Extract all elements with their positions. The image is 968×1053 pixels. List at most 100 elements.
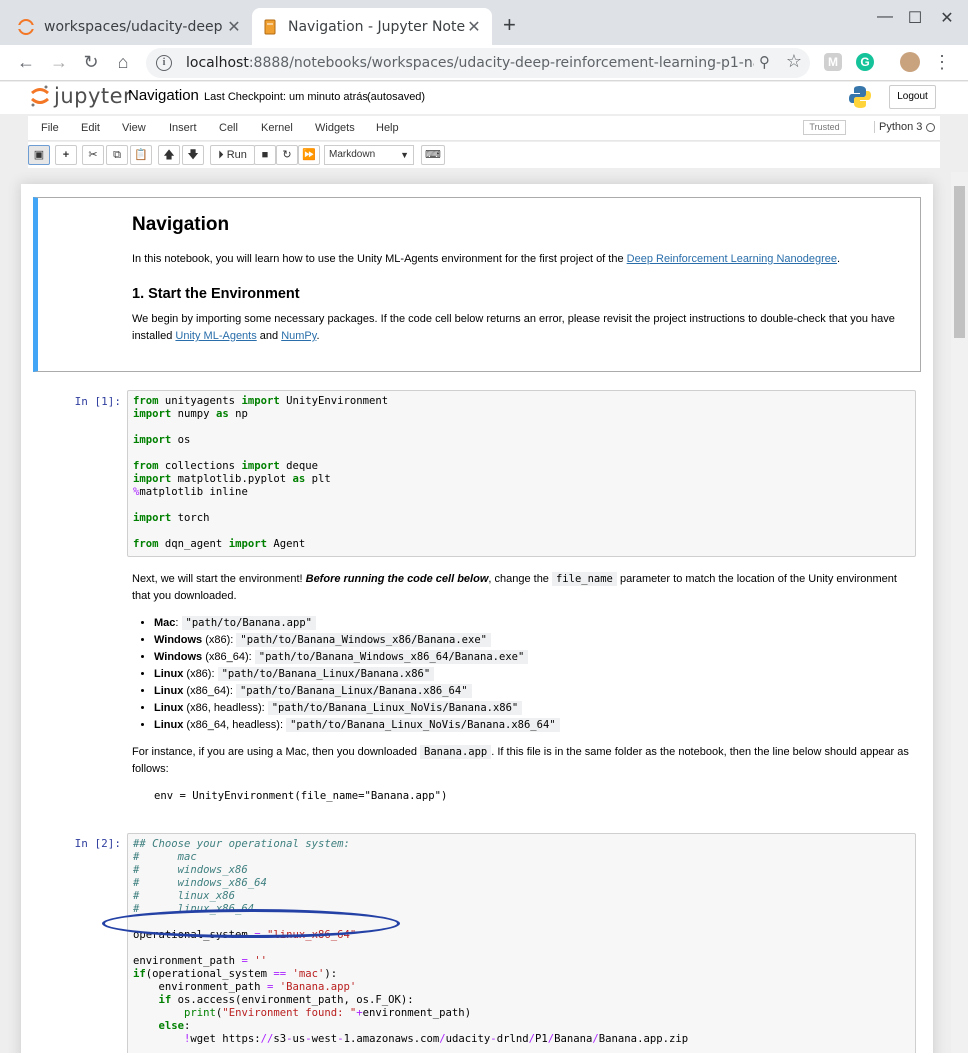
numpy-link[interactable]: NumPy [281, 330, 316, 342]
jupyter-logo-icon [31, 85, 49, 107]
tab-title: workspaces/udacity-deep [44, 18, 223, 35]
menu-help[interactable]: Help [376, 122, 399, 134]
code-cell-imports[interactable]: from unityagents import UnityEnvironment… [127, 390, 916, 557]
maximize-icon[interactable]: ☐ [905, 8, 925, 28]
menu-kernel[interactable]: Kernel [261, 122, 293, 134]
cell-type-select[interactable]: Markdown ▼ [324, 145, 414, 165]
p1b-text: Before running the code cell below [305, 573, 489, 585]
close-tab-icon[interactable]: ✕ [466, 17, 482, 37]
url-host: localhost [186, 55, 249, 71]
close-tab-icon[interactable]: ✕ [226, 17, 242, 37]
move-down-icon[interactable]: 🡇 [182, 145, 204, 165]
p2a-text: For instance, if you are using a Mac, th… [132, 746, 421, 758]
cell-type-value: Markdown [329, 149, 376, 160]
mendeley-extension-icon[interactable]: M [824, 53, 842, 71]
nanodegree-link[interactable]: Deep Reinforcement Learning Nanodegree [627, 253, 837, 265]
close-window-icon[interactable]: ✕ [937, 8, 957, 28]
file-name-code: file_name [551, 572, 617, 586]
list-item-path: "path/to/Banana.app" [181, 616, 316, 630]
jupyter-favicon-icon [18, 18, 34, 35]
markdown-cell-instructions: Next, we will start the environment! Bef… [132, 571, 912, 805]
save-icon[interactable]: ▣ [28, 145, 50, 165]
home-icon[interactable]: ⌂ [111, 51, 135, 75]
banana-app-code: Banana.app [420, 745, 492, 759]
autosave-status: (autosaved) [367, 91, 426, 103]
interrupt-icon[interactable]: ■ [254, 145, 276, 165]
profile-avatar[interactable] [900, 52, 920, 72]
packages-paragraph: We begin by importing some necessary pac… [132, 311, 912, 345]
browser-toolbar: ← → ↻ ⌂ i localhost:8888/notebooks/works… [0, 45, 968, 81]
browser-tab-navigation[interactable]: Navigation - Jupyter Note ✕ [252, 8, 492, 45]
back-icon[interactable]: ← [14, 51, 38, 75]
grammarly-extension-icon[interactable]: G [856, 53, 874, 71]
jupyter-header: jupyter Navigation Last Checkpoint: um m… [0, 82, 968, 114]
list-item: Linux (x86): "path/to/Banana_Linux/Banan… [154, 666, 912, 683]
restart-icon[interactable]: ↻ [276, 145, 298, 165]
restart-run-all-icon[interactable]: ⏩ [298, 145, 320, 165]
platform-list: Mac: "path/to/Banana.app" Windows (x86):… [132, 615, 912, 734]
list-item-arch: (x86): [202, 634, 237, 646]
cut-icon[interactable]: ✂ [82, 145, 104, 165]
annotation-ellipse [102, 909, 400, 938]
list-item: Linux (x86_64): "path/to/Banana_Linux/Ba… [154, 683, 912, 700]
paste-icon[interactable]: 📋 [130, 145, 152, 165]
copy-icon[interactable]: ⧉ [106, 145, 128, 165]
url-path: :8888/notebooks/workspaces/udacity-deep-… [248, 55, 754, 71]
search-icon[interactable]: ⚲ [759, 53, 770, 71]
forward-icon[interactable]: → [47, 51, 71, 75]
list-item: Linux (x86_64, headless): "path/to/Banan… [154, 717, 912, 734]
list-item-path: "path/to/Banana_Linux_NoVis/Banana.x86" [267, 701, 523, 715]
section-heading: 1. Start the Environment [132, 286, 300, 302]
ml-agents-link[interactable]: Unity ML-Agents [175, 330, 256, 342]
new-tab-button[interactable]: + [503, 12, 516, 38]
tab-title: Navigation - Jupyter Note [288, 18, 466, 35]
start-env-paragraph: Next, we will start the environment! Bef… [132, 571, 912, 605]
insert-cell-icon[interactable]: + [55, 145, 77, 165]
notebook-name[interactable]: Navigation [128, 87, 199, 104]
site-info-icon[interactable]: i [156, 55, 172, 71]
list-item-os: Linux [154, 685, 184, 697]
browser-menu-icon[interactable]: ⋮ [930, 51, 954, 75]
scrollbar-thumb[interactable] [954, 186, 965, 338]
packages-end: . [316, 330, 320, 342]
run-button[interactable]: ⏵ Run [210, 145, 255, 165]
menu-edit[interactable]: Edit [81, 122, 100, 134]
p1a-text: Next, we will start the environment! [132, 573, 306, 585]
intro-paragraph: In this notebook, you will learn how to … [132, 251, 912, 268]
list-item-os: Windows [154, 651, 203, 663]
code-cell-os-select[interactable]: ## Choose your operational system: # mac… [127, 833, 916, 1053]
keyboard-icon[interactable]: ⌨ [421, 145, 445, 165]
minimize-icon[interactable]: — [875, 8, 895, 26]
run-label: Run [226, 149, 247, 161]
notebook-toolbar: ▣ + ✂ ⧉ 📋 🡅 🡇 ⏵ Run ■ ↻ ⏩ Markdown ▼ ⌨ [28, 142, 940, 168]
menu-file[interactable]: File [41, 122, 59, 134]
list-item-arch: (x86, headless): [183, 702, 268, 714]
list-item-path: "path/to/Banana_Linux/Banana.x86_64" [235, 684, 472, 698]
notebook-favicon-icon [264, 19, 276, 34]
menu-insert[interactable]: Insert [169, 122, 197, 134]
checkpoint-status: Last Checkpoint: um minuto atrás [204, 91, 368, 103]
move-up-icon[interactable]: 🡅 [158, 145, 180, 165]
instance-paragraph: For instance, if you are using a Mac, th… [132, 744, 912, 778]
menu-view[interactable]: View [122, 122, 146, 134]
page-scrollbar[interactable] [951, 172, 968, 1053]
logout-button[interactable]: Logout [889, 85, 936, 109]
jupyter-logo[interactable]: jupyter [30, 84, 132, 108]
list-item-os: Linux [154, 719, 184, 731]
kernel-name[interactable]: Python 3 [874, 121, 922, 133]
menu-widgets[interactable]: Widgets [315, 122, 355, 134]
browser-tab-workspaces[interactable]: workspaces/udacity-deep ✕ [8, 8, 252, 45]
python-logo-icon [849, 86, 871, 108]
markdown-cell-intro: Navigation In this notebook, you will le… [132, 215, 912, 345]
input-prompt: In [1]: [74, 395, 121, 408]
list-item-path: "path/to/Banana_Linux/Banana.x86" [217, 667, 435, 681]
address-bar[interactable]: i localhost:8888/notebooks/workspaces/ud… [146, 48, 810, 78]
menu-cell[interactable]: Cell [219, 122, 238, 134]
list-item-arch: (x86): [183, 668, 218, 680]
list-item: Mac: "path/to/Banana.app" [154, 615, 912, 632]
reload-icon[interactable]: ↻ [79, 51, 103, 75]
trusted-indicator[interactable]: Trusted [803, 120, 846, 135]
bookmark-star-icon[interactable]: ☆ [786, 51, 802, 72]
list-item-os: Windows [154, 634, 203, 646]
example-code: env = UnityEnvironment(file_name="Banana… [154, 790, 448, 802]
